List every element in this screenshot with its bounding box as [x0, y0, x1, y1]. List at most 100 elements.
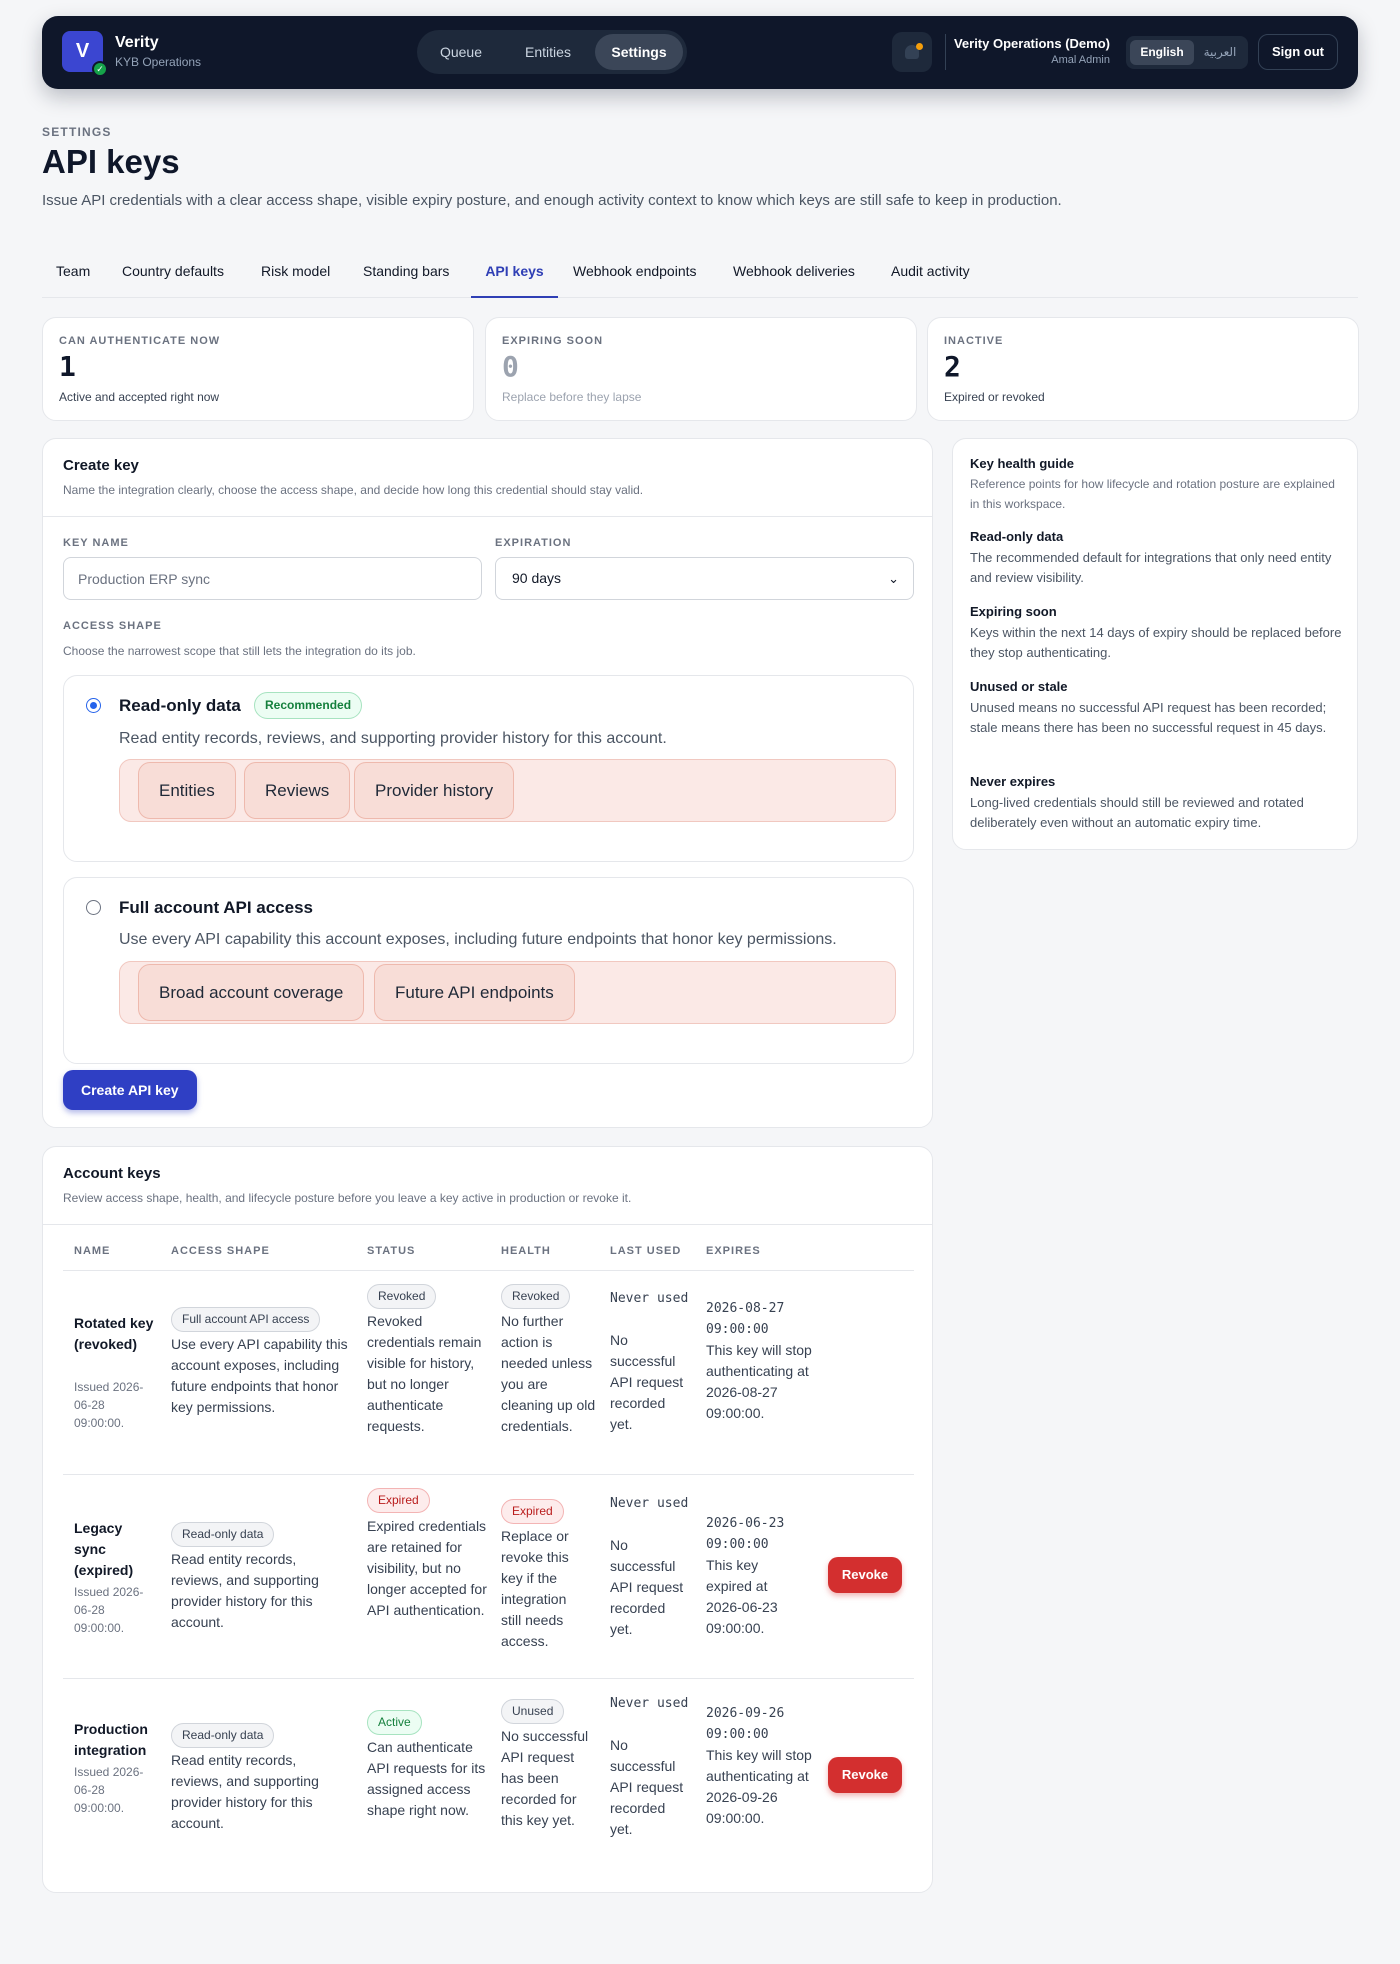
stat-inactive: INACTIVE 2 Expired or revoked: [927, 317, 1359, 421]
card-subtitle: Name the integration clearly, choose the…: [63, 483, 644, 497]
scope-chip-tray: Entities Reviews Provider history: [119, 759, 896, 822]
key-issued: Issued 2026-06-28 09:00:00.: [74, 1585, 144, 1635]
recommended-badge: Recommended: [254, 692, 363, 719]
lang-arabic[interactable]: العربية: [1196, 40, 1244, 65]
revoke-button[interactable]: Revoke: [828, 1757, 902, 1793]
settings-tabs: Team Country defaults Risk model Standin…: [42, 254, 1358, 298]
radio-full-access[interactable]: [86, 900, 101, 915]
stat-label: INACTIVE: [944, 335, 1004, 347]
expiration-select[interactable]: 90 days ⌄: [495, 557, 914, 600]
app-subtitle: KYB Operations: [115, 55, 202, 69]
key-name: Legacy sync (expired): [74, 1520, 134, 1578]
guide-item-body: Long-lived credentials should still be r…: [970, 795, 1304, 830]
key-health-guide: Key health guide Reference points for ho…: [952, 438, 1358, 850]
column-header-access: ACCESS SHAPE: [171, 1245, 270, 1257]
stat-caption: Expired or revoked: [944, 390, 1045, 404]
guide-item-title: Unused or stale: [970, 679, 1068, 694]
radio-read-only[interactable]: [86, 698, 101, 713]
chevron-down-icon: ⌄: [888, 571, 899, 586]
health-description: Replace or revoke this key if the integr…: [501, 1528, 569, 1649]
last-used: Never used: [610, 1696, 689, 1711]
option-title: Full account API access: [119, 898, 313, 917]
nav-settings[interactable]: Settings: [595, 34, 683, 70]
health-pill: Expired: [501, 1499, 564, 1524]
scope-chip: Provider history: [354, 762, 515, 819]
verified-check-icon: ✓: [92, 61, 108, 77]
health-pill: Unused: [501, 1699, 565, 1724]
option-description: Use every API capability this account ex…: [119, 931, 837, 948]
guide-item-body: Unused means no successful API request h…: [970, 700, 1327, 735]
status-pill: Active: [367, 1710, 422, 1735]
top-bar: V ✓ Verity KYB Operations Queue Entities…: [42, 16, 1358, 89]
stat-label: EXPIRING SOON: [502, 335, 604, 347]
guide-item-title: Read-only data: [970, 529, 1064, 544]
expires-at: 2026-06-23 09:00:00: [706, 1516, 785, 1552]
tab-risk-model[interactable]: Risk model: [261, 263, 330, 298]
stat-value: 0: [502, 350, 519, 383]
access-option-full[interactable]: Full account API access Use every API ca…: [63, 877, 914, 1064]
stat-value: 1: [59, 350, 76, 383]
divider: [43, 1224, 932, 1225]
column-header-status: STATUS: [367, 1245, 416, 1257]
revoke-button[interactable]: Revoke: [828, 1557, 902, 1593]
divider: [63, 1678, 914, 1679]
status-pill: Revoked: [367, 1284, 437, 1309]
scope-chip-tray: Broad account coverage Future API endpoi…: [119, 961, 896, 1024]
last-used-description: No successful API request recorded yet.: [610, 1737, 684, 1837]
stat-caption: Replace before they lapse: [502, 390, 642, 404]
page-description: Issue API credentials with a clear acces…: [42, 192, 1062, 209]
create-api-key-button[interactable]: Create API key: [63, 1070, 197, 1110]
card-title: Create key: [63, 457, 139, 474]
app-logo[interactable]: V ✓: [62, 31, 108, 77]
key-name-input[interactable]: [63, 557, 482, 600]
page-title: API keys: [42, 143, 180, 180]
option-title: Read-only data: [119, 696, 241, 715]
tab-webhook-endpoints[interactable]: Webhook endpoints: [573, 263, 697, 298]
access-pill: Read-only data: [171, 1522, 275, 1547]
stat-caption: Active and accepted right now: [59, 390, 220, 404]
card-subtitle: Review access shape, health, and lifecyc…: [63, 1191, 632, 1205]
nav-queue[interactable]: Queue: [421, 34, 501, 70]
sign-out-button[interactable]: Sign out: [1258, 34, 1338, 70]
access-option-read-only[interactable]: Read-only data Recommended Read entity r…: [63, 675, 914, 862]
scope-chip: Entities: [138, 762, 236, 819]
guide-item-body: Keys within the next 14 days of expiry s…: [970, 625, 1342, 660]
column-header-health: HEALTH: [501, 1245, 551, 1257]
expires-description: This key will stop authenticating at 202…: [706, 1747, 812, 1826]
access-shape-help: Choose the narrowest scope that still le…: [63, 644, 416, 658]
expiration-value: 90 days: [512, 570, 562, 586]
scope-chip: Broad account coverage: [138, 964, 365, 1021]
last-used-description: No successful API request recorded yet.: [610, 1332, 684, 1432]
status-description: Can authenticate API requests for its as…: [367, 1739, 486, 1818]
tab-audit-activity[interactable]: Audit activity: [891, 263, 970, 298]
tab-webhook-deliveries[interactable]: Webhook deliveries: [733, 263, 855, 298]
create-key-card: Create key Name the integration clearly,…: [42, 438, 933, 1128]
last-used: Never used: [610, 1496, 689, 1511]
user-name: Amal Admin: [1051, 54, 1110, 66]
health-pill: Revoked: [501, 1284, 571, 1309]
expires-at: 2026-08-27 09:00:00: [706, 1301, 785, 1337]
key-name: Rotated key (revoked): [74, 1315, 154, 1352]
tab-country-defaults[interactable]: Country defaults: [122, 263, 224, 298]
last-used: Never used: [610, 1291, 689, 1306]
key-name-label: KEY NAME: [63, 537, 129, 549]
language-switcher: English العربية: [1126, 36, 1248, 69]
stat-label: CAN AUTHENTICATE NOW: [59, 335, 221, 347]
tab-team[interactable]: Team: [56, 263, 90, 298]
last-used-description: No successful API request recorded yet.: [610, 1537, 684, 1637]
divider: [43, 516, 932, 517]
page-eyebrow: SETTINGS: [42, 125, 112, 139]
tab-standing-bars[interactable]: Standing bars: [363, 263, 449, 298]
access-description: Read entity records, reviews, and suppor…: [171, 1551, 319, 1630]
guide-subtitle: Reference points for how lifecycle and r…: [970, 477, 1335, 511]
tab-api-keys[interactable]: API keys: [471, 263, 558, 298]
nav-entities[interactable]: Entities: [505, 34, 591, 70]
column-header-expires: EXPIRES: [706, 1245, 761, 1257]
status-pill: Expired: [367, 1488, 430, 1513]
scope-chip: Future API endpoints: [374, 964, 575, 1021]
access-pill: Read-only data: [171, 1723, 275, 1748]
expires-description: This key will stop authenticating at 202…: [706, 1342, 812, 1421]
lang-english[interactable]: English: [1130, 40, 1194, 65]
column-header-name: NAME: [74, 1245, 111, 1257]
key-name: Production integration: [74, 1721, 148, 1758]
